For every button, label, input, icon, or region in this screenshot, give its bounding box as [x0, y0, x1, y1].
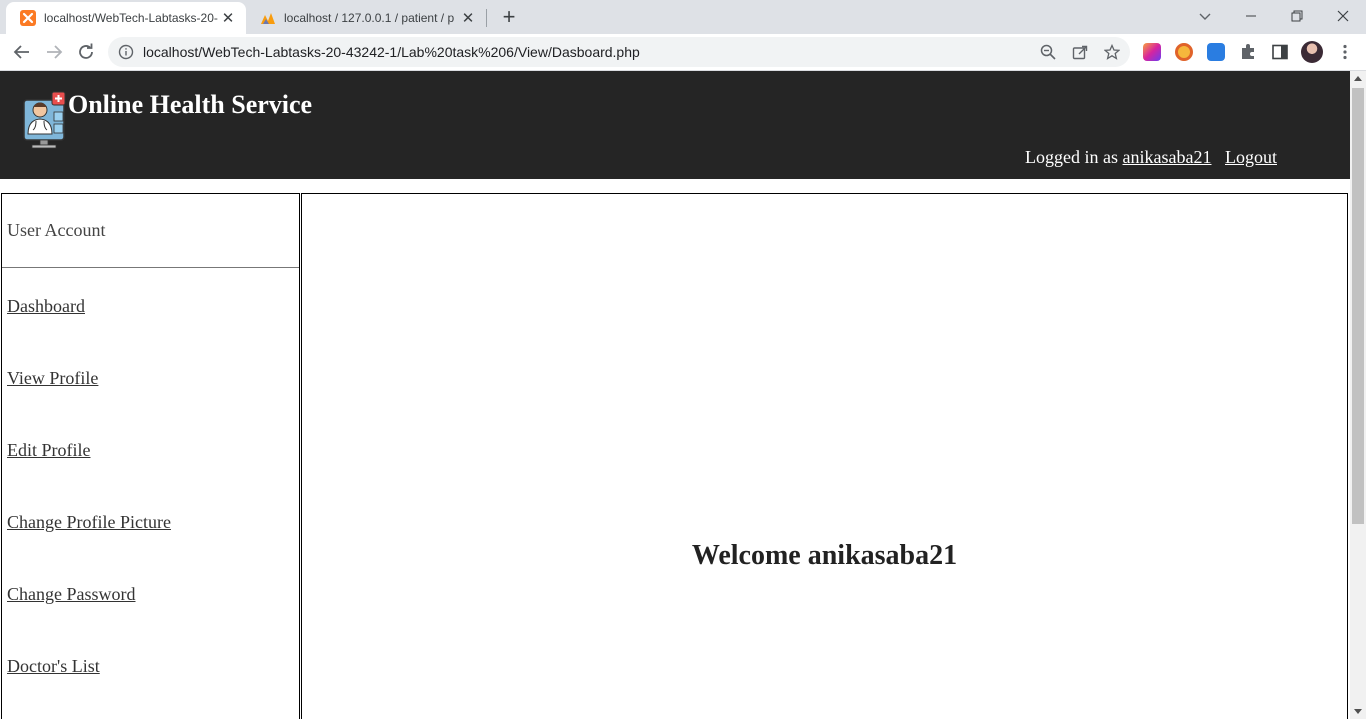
- restore-icon[interactable]: [1274, 0, 1320, 32]
- close-tab-icon[interactable]: ✕: [220, 10, 236, 27]
- tab-title: localhost/WebTech-Labtasks-20-: [44, 11, 218, 25]
- sidebar-item-dashboard: Dashboard: [2, 268, 299, 340]
- new-tab-icon[interactable]: +: [498, 4, 520, 29]
- minimize-icon[interactable]: [1228, 0, 1274, 32]
- close-window-icon[interactable]: [1320, 0, 1366, 32]
- view-profile-link[interactable]: View Profile: [7, 368, 98, 388]
- xampp-icon: [20, 10, 36, 26]
- profile-avatar[interactable]: [1301, 41, 1323, 63]
- tab-dashboard[interactable]: localhost/WebTech-Labtasks-20- ✕: [6, 2, 246, 34]
- doctors-list-link[interactable]: Doctor's List: [7, 656, 100, 676]
- phpmyadmin-icon: [261, 13, 275, 24]
- sidebar-item-change-picture: Change Profile Picture: [2, 484, 299, 556]
- bookmark-star-icon[interactable]: [1104, 44, 1120, 60]
- browser-toolbar: localhost/WebTech-Labtasks-20-43242-1/La…: [0, 34, 1366, 71]
- side-panel-icon[interactable]: [1271, 43, 1289, 61]
- change-password-link[interactable]: Change Password: [7, 584, 136, 604]
- extension-icon[interactable]: [1175, 43, 1193, 61]
- logged-in-label: Logged in as: [1025, 147, 1119, 167]
- welcome-heading: Welcome anikasaba21: [691, 540, 958, 571]
- dashboard-link[interactable]: Dashboard: [7, 296, 85, 316]
- forward-icon[interactable]: [42, 40, 66, 64]
- reload-icon[interactable]: [74, 40, 98, 64]
- back-icon[interactable]: [10, 40, 34, 64]
- web-page: Online Health Service Logged in as anika…: [0, 71, 1350, 719]
- share-icon[interactable]: [1072, 44, 1088, 60]
- sidebar-item-view-profile: View Profile: [2, 340, 299, 412]
- site-header: Online Health Service Logged in as anika…: [0, 71, 1350, 179]
- tab-separator: [486, 9, 487, 27]
- sidebar: User Account Dashboard View Profile Edit…: [1, 193, 300, 719]
- change-profile-picture-link[interactable]: Change Profile Picture: [7, 512, 171, 532]
- url-text: localhost/WebTech-Labtasks-20-43242-1/La…: [143, 44, 640, 60]
- menu-dots-icon[interactable]: [1336, 43, 1354, 61]
- site-info-icon[interactable]: [118, 44, 134, 60]
- scroll-up-icon[interactable]: [1354, 76, 1362, 81]
- username-link[interactable]: anikasaba21: [1123, 147, 1212, 167]
- translate-extension-icon[interactable]: [1207, 43, 1225, 61]
- extensions-puzzle-icon[interactable]: [1239, 43, 1257, 61]
- tab-phpmyadmin[interactable]: localhost / 127.0.0.1 / patient / p ✕: [248, 2, 486, 34]
- sidebar-item-change-password: Change Password: [2, 556, 299, 628]
- sidebar-item-edit-profile: Edit Profile: [2, 412, 299, 484]
- sidebar-menu: Dashboard View Profile Edit Profile Chan…: [2, 268, 299, 700]
- address-bar[interactable]: localhost/WebTech-Labtasks-20-43242-1/La…: [108, 37, 1130, 67]
- edit-profile-link[interactable]: Edit Profile: [7, 440, 91, 460]
- site-title: Online Health Service: [68, 90, 313, 119]
- logout-link[interactable]: Logout: [1225, 147, 1277, 167]
- close-tab-icon[interactable]: ✕: [460, 10, 476, 27]
- page-scrollbar[interactable]: [1350, 71, 1366, 719]
- tab-search-chevron-icon[interactable]: [1182, 0, 1228, 32]
- browser-tab-strip: localhost/WebTech-Labtasks-20- ✕ localho…: [0, 0, 1366, 34]
- sidebar-item-doctors-list: Doctor's List: [2, 628, 299, 700]
- login-status: Logged in as anikasaba21 Logout: [1025, 147, 1277, 168]
- sidebar-heading: User Account: [2, 194, 299, 268]
- doctor-logo-icon: [23, 91, 66, 149]
- tab-title: localhost / 127.0.0.1 / patient / p: [284, 11, 455, 25]
- main-content: Welcome anikasaba21: [301, 193, 1348, 719]
- instagram-extension-icon[interactable]: [1143, 43, 1161, 61]
- zoom-icon[interactable]: [1040, 44, 1056, 60]
- scrollbar-thumb[interactable]: [1352, 88, 1364, 524]
- scroll-down-icon[interactable]: [1354, 709, 1362, 714]
